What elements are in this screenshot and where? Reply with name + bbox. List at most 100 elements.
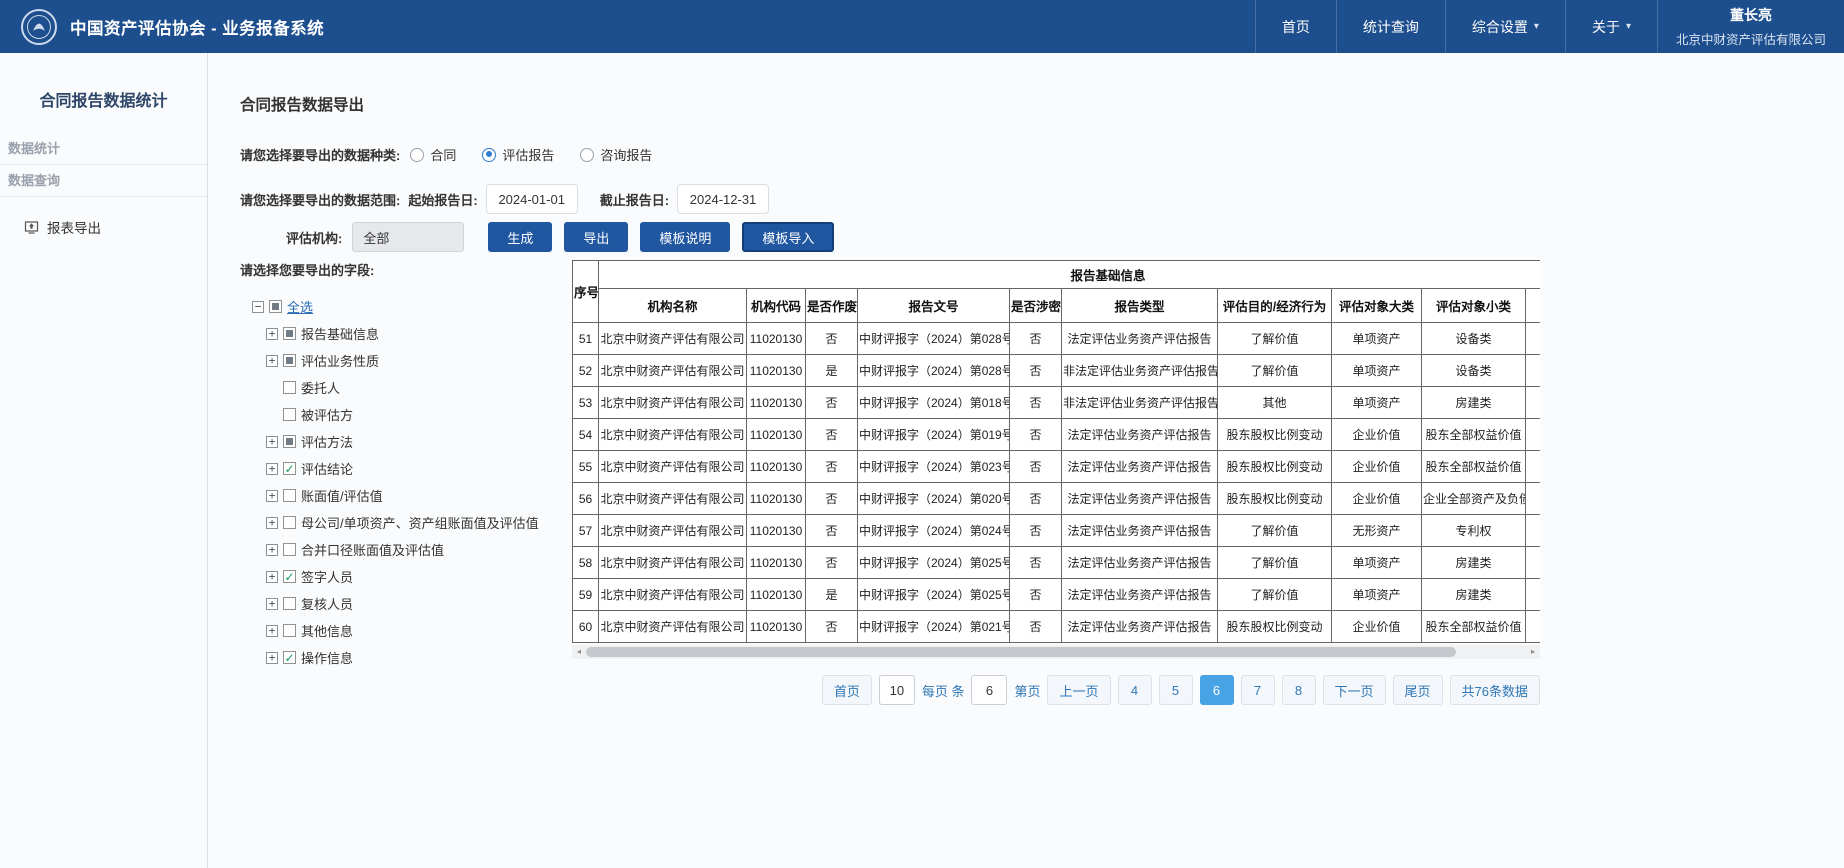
- table-cell: 57: [573, 515, 599, 547]
- table-cell: 11020130: [747, 451, 806, 483]
- template-help-button[interactable]: 模板说明: [640, 222, 730, 252]
- export-icon: [24, 220, 39, 235]
- tree-label[interactable]: 账面值/评估值: [301, 486, 383, 505]
- checkbox-unchecked[interactable]: [283, 624, 296, 637]
- collapse-icon[interactable]: −: [252, 301, 264, 313]
- radio-appraisal-report[interactable]: 评估报告: [482, 145, 554, 164]
- tree-label[interactable]: 操作信息: [301, 648, 353, 667]
- template-import-button[interactable]: 模板导入: [742, 222, 834, 252]
- scroll-right-icon[interactable]: ▸: [1526, 645, 1540, 659]
- main-content: 合同报告数据导出 请您选择要导出的数据种类: 合同 评估报告 咨询报告 请您选择: [208, 53, 1844, 868]
- expand-icon[interactable]: +: [266, 625, 278, 637]
- tree-label[interactable]: 被评估方: [301, 405, 353, 424]
- table-cell: 市场价值: [1526, 483, 1541, 515]
- column-header: 报告类型: [1062, 289, 1218, 323]
- checkbox-unchecked[interactable]: [283, 516, 296, 529]
- expand-icon[interactable]: +: [266, 463, 278, 475]
- expand-icon[interactable]: +: [266, 436, 278, 448]
- page-button-7[interactable]: 7: [1241, 675, 1275, 705]
- tree-node: + 报告基础信息: [252, 320, 572, 347]
- checkbox-partial[interactable]: [269, 300, 282, 313]
- generate-button[interactable]: 生成: [488, 222, 552, 252]
- checkbox-partial[interactable]: [283, 435, 296, 448]
- scrollbar-thumb[interactable]: [586, 647, 1456, 657]
- expand-icon[interactable]: +: [266, 517, 278, 529]
- table-cell: 否: [806, 451, 858, 483]
- nav-about[interactable]: 关于▾: [1565, 0, 1657, 53]
- table-row: 54北京中财资产评估有限公司11020130否中财评报字（2024）第019号否…: [573, 419, 1541, 451]
- tree-label[interactable]: 全选: [287, 297, 313, 316]
- table-cell: 中财评报字（2024）第023号: [858, 451, 1010, 483]
- expand-icon[interactable]: +: [266, 544, 278, 556]
- checkbox-checked[interactable]: [283, 570, 296, 583]
- checkbox-checked[interactable]: [283, 462, 296, 475]
- checkbox-unchecked[interactable]: [283, 543, 296, 556]
- page-layout: 合同报告数据统计 数据统计 数据查询 报表导出 合同报告数据导出 请您选择要导出…: [0, 53, 1844, 868]
- tree-label[interactable]: 合并口径账面值及评估值: [301, 540, 444, 559]
- page-button-4[interactable]: 4: [1118, 675, 1152, 705]
- table-cell: 股东股权比例变动: [1218, 611, 1332, 643]
- org-input[interactable]: [352, 222, 464, 252]
- checkbox-partial[interactable]: [283, 327, 296, 340]
- tree-label[interactable]: 其他信息: [301, 621, 353, 640]
- radio-contract[interactable]: 合同: [410, 145, 456, 164]
- table-cell: 房建类: [1422, 579, 1526, 611]
- goto-page-input[interactable]: [971, 675, 1007, 705]
- start-date-input[interactable]: [486, 184, 578, 214]
- table-cell: 中财评报字（2024）第025号: [858, 547, 1010, 579]
- column-header: 价值类型: [1526, 289, 1541, 323]
- radio-appraisal-report-input[interactable]: [482, 148, 496, 162]
- table-cell: 北京中财资产评估有限公司: [599, 323, 747, 355]
- sidebar-item-report-export[interactable]: 报表导出: [0, 217, 207, 237]
- tree-node: − 全选: [252, 293, 572, 320]
- tree-label[interactable]: 复核人员: [301, 594, 353, 613]
- expand-icon[interactable]: +: [266, 490, 278, 502]
- radio-consulting-report[interactable]: 咨询报告: [580, 145, 652, 164]
- expand-icon[interactable]: +: [266, 598, 278, 610]
- tree-label[interactable]: 评估业务性质: [301, 351, 379, 370]
- org-row: 评估机构: 生成 导出 模板说明 模板导入: [240, 222, 1844, 252]
- user-block[interactable]: 董长亮 北京中财资产评估有限公司: [1657, 0, 1844, 53]
- expand-icon[interactable]: +: [266, 355, 278, 367]
- end-date-input[interactable]: [677, 184, 769, 214]
- expand-icon[interactable]: +: [266, 652, 278, 664]
- page-button-6[interactable]: 6: [1200, 675, 1234, 705]
- first-page-button[interactable]: 首页: [822, 675, 872, 705]
- export-button[interactable]: 导出: [564, 222, 628, 252]
- horizontal-scrollbar[interactable]: ◂ ▸: [572, 645, 1540, 659]
- expand-icon[interactable]: +: [266, 328, 278, 340]
- nav-stats-query[interactable]: 统计查询: [1336, 0, 1445, 53]
- date-range-row: 请您选择要导出的数据范围: 起始报告日: 截止报告日:: [240, 184, 1844, 214]
- table-cell: 否: [806, 611, 858, 643]
- checkbox-unchecked[interactable]: [283, 381, 296, 394]
- tree-label[interactable]: 签字人员: [301, 567, 353, 586]
- page-size-input[interactable]: [879, 675, 915, 705]
- radio-contract-input[interactable]: [410, 148, 424, 162]
- checkbox-unchecked[interactable]: [283, 408, 296, 421]
- user-company: 北京中财资产评估有限公司: [1676, 29, 1826, 48]
- tree-label[interactable]: 评估方法: [301, 432, 353, 451]
- scrollbar-track[interactable]: [586, 646, 1526, 658]
- checkbox-partial[interactable]: [283, 354, 296, 367]
- last-page-button[interactable]: 尾页: [1393, 675, 1443, 705]
- checkbox-unchecked[interactable]: [283, 489, 296, 502]
- nav-home[interactable]: 首页: [1255, 0, 1336, 53]
- next-page-button[interactable]: 下一页: [1323, 675, 1386, 705]
- tree-label[interactable]: 评估结论: [301, 459, 353, 478]
- radio-consulting-report-input[interactable]: [580, 148, 594, 162]
- sidebar-section-data-stats[interactable]: 数据统计: [0, 133, 207, 165]
- checkbox-unchecked[interactable]: [283, 597, 296, 610]
- tree-label[interactable]: 母公司/单项资产、资产组账面值及评估值: [301, 513, 539, 532]
- sidebar-section-data-query[interactable]: 数据查询: [0, 165, 207, 197]
- prev-page-button[interactable]: 上一页: [1047, 675, 1110, 705]
- expand-icon[interactable]: +: [266, 571, 278, 583]
- tree-label[interactable]: 报告基础信息: [301, 324, 379, 343]
- checkbox-checked[interactable]: [283, 651, 296, 664]
- tree-label[interactable]: 委托人: [301, 378, 340, 397]
- scroll-left-icon[interactable]: ◂: [572, 645, 586, 659]
- page-button-5[interactable]: 5: [1159, 675, 1193, 705]
- page-button-8[interactable]: 8: [1282, 675, 1316, 705]
- nav-settings[interactable]: 综合设置▾: [1445, 0, 1565, 53]
- nav-settings-label: 综合设置: [1472, 17, 1528, 37]
- table-cell: 中财评报字（2024）第020号: [858, 483, 1010, 515]
